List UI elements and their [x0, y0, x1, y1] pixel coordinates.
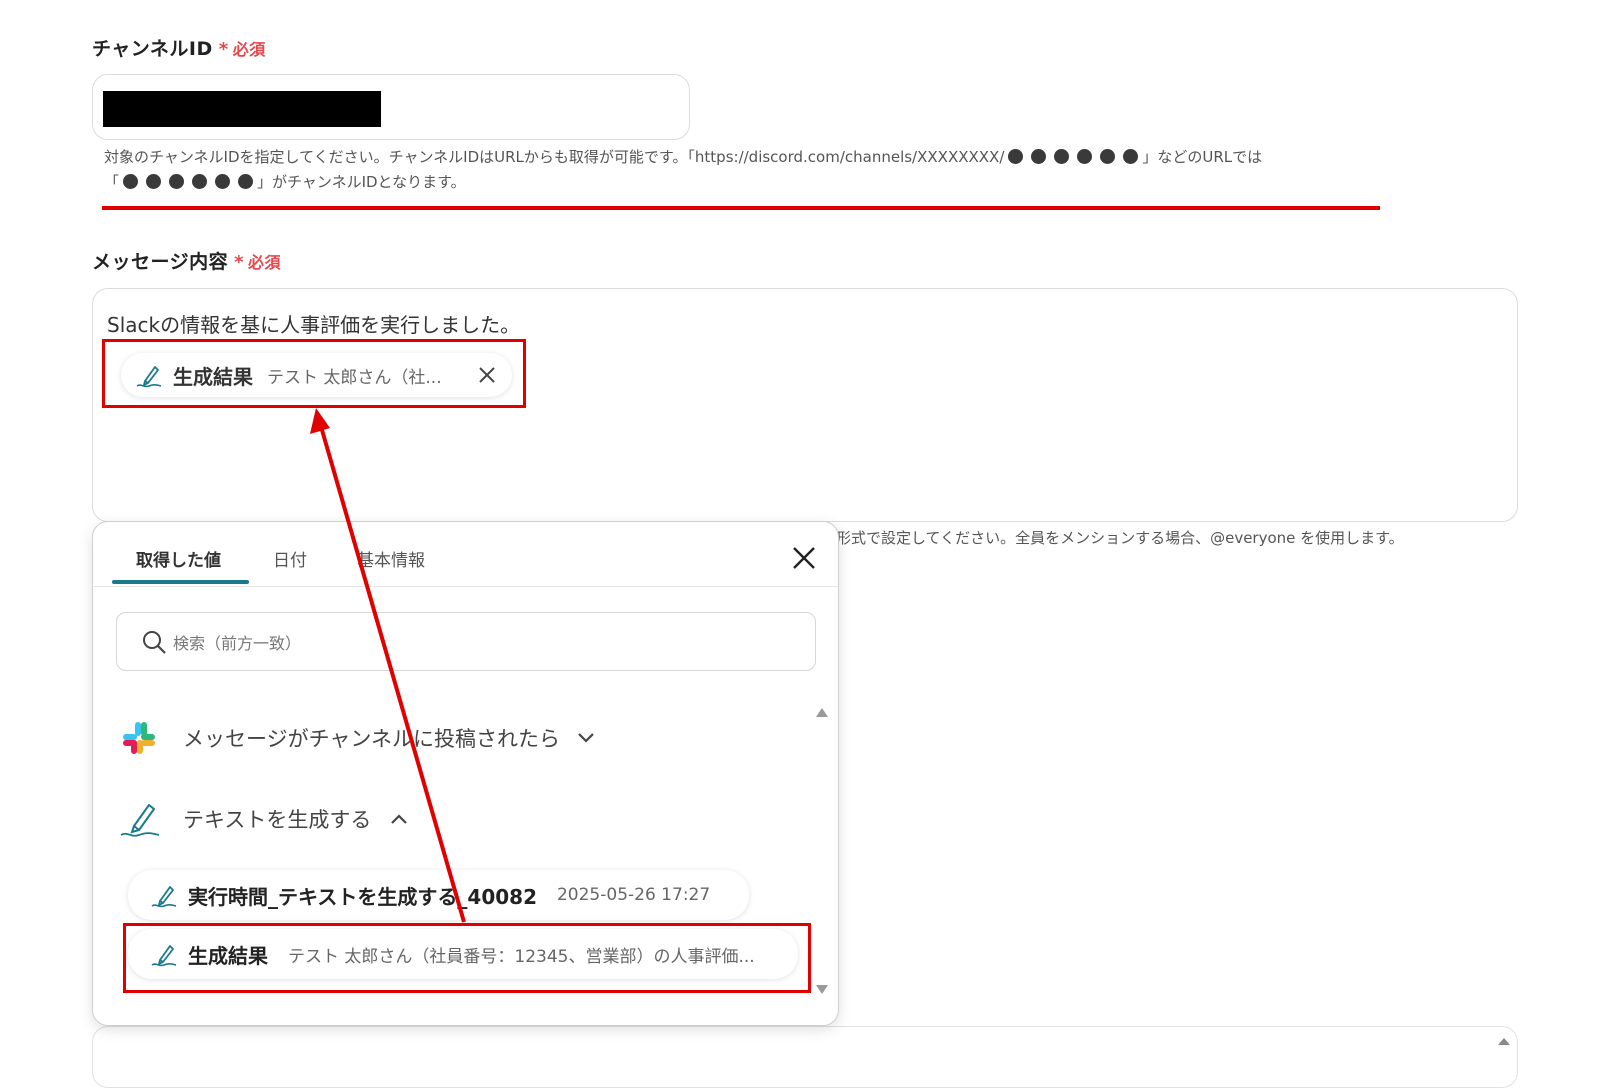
annotation-arrow — [310, 408, 466, 923]
